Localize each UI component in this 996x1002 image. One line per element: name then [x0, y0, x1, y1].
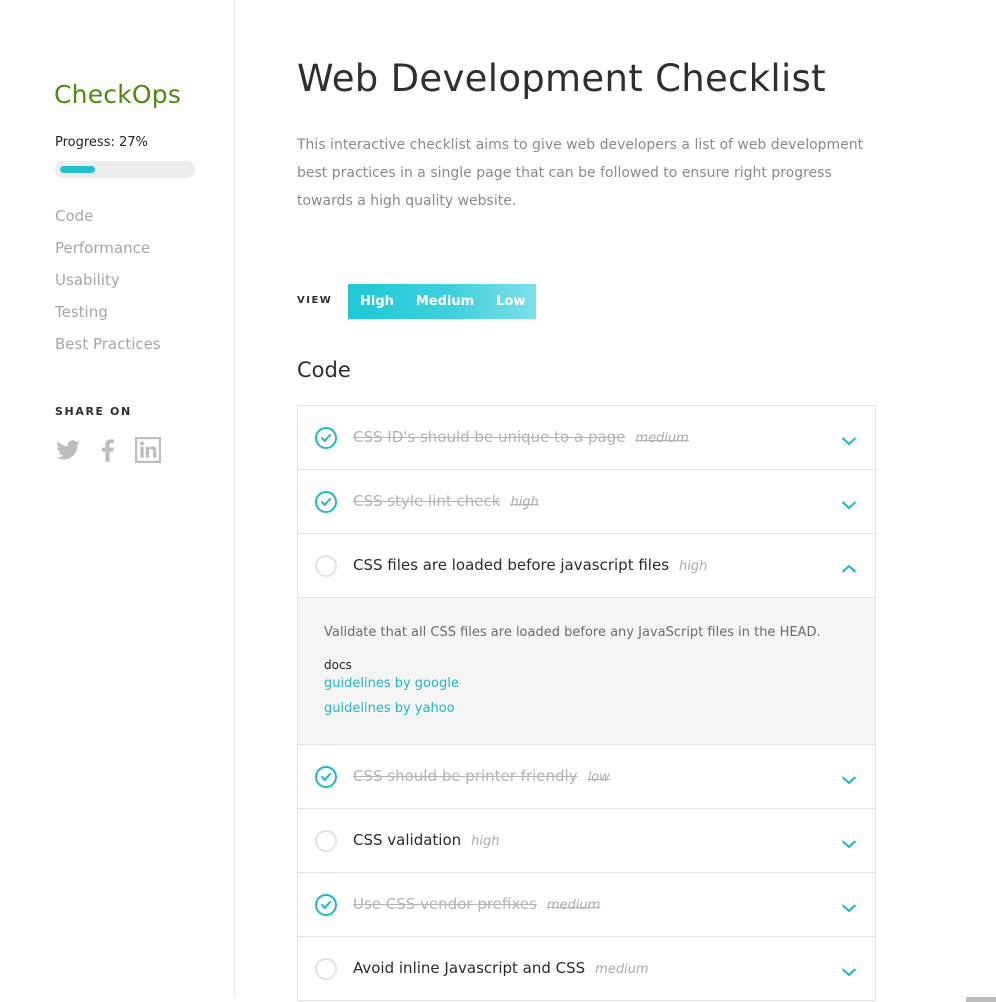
item-title-text: CSS should be printer friendly	[353, 767, 578, 785]
linkedin-icon[interactable]	[135, 437, 161, 463]
unchecked-circle-icon[interactable]	[315, 830, 337, 852]
view-filter: High Medium Low	[348, 284, 537, 319]
item-priority: medium	[635, 431, 689, 446]
view-medium-button[interactable]: Medium	[405, 284, 485, 319]
sidebar: CheckOps Progress: 27% Code Performance …	[0, 0, 235, 998]
item-title-text: CSS ID's should be unique to a page	[353, 428, 626, 446]
sidebar-nav: Code Performance Usability Testing Best …	[55, 205, 161, 365]
item-title[interactable]: CSS files are loaded before javascript f…	[353, 556, 707, 574]
share-title: SHARE ON	[55, 405, 132, 418]
checklist-item: CSS validation high	[298, 809, 875, 873]
item-priority: high	[471, 834, 500, 849]
item-title[interactable]: CSS validation high	[353, 831, 499, 849]
item-title[interactable]: CSS style lint check high	[353, 492, 539, 510]
chevron-down-icon[interactable]	[841, 496, 857, 510]
item-title[interactable]: CSS ID's should be unique to a page mediu…	[353, 428, 689, 446]
progress-bar-fill	[60, 166, 95, 173]
progress-label: Progress: 27%	[55, 135, 148, 150]
item-title-text: CSS style lint check	[353, 492, 501, 510]
sidebar-item-best-practices[interactable]: Best Practices	[55, 333, 161, 365]
intro-text: This interactive checklist aims to give …	[297, 137, 864, 209]
item-title-text: CSS validation	[353, 831, 462, 849]
page-title: Web Development Checklist	[297, 57, 826, 100]
item-title[interactable]: Avoid inline Javascript and CSS medium	[353, 959, 649, 977]
sidebar-item-code[interactable]: Code	[55, 205, 161, 237]
item-priority: medium	[546, 898, 601, 913]
unchecked-circle-icon[interactable]	[315, 958, 337, 980]
item-priority: medium	[595, 962, 649, 977]
item-detail-panel: Validate that all CSS files are loaded b…	[298, 598, 875, 745]
view-low-button[interactable]: Low	[485, 284, 536, 319]
doc-link-yahoo[interactable]: guidelines by yahoo	[324, 701, 455, 716]
section-title: Code	[297, 358, 351, 382]
view-label: VIEW	[297, 295, 333, 306]
checklist-item: Avoid inline Javascript and CSS medium	[298, 937, 875, 1001]
item-priority: high	[510, 495, 539, 510]
checklist-item: CSS files are loaded before javascript f…	[298, 534, 875, 598]
checklist: CSS ID's should be unique to a page mediu…	[297, 405, 876, 1001]
checklist-item: CSS style lint check high	[298, 470, 875, 534]
chevron-up-icon[interactable]	[841, 560, 857, 573]
item-priority: low	[587, 770, 610, 785]
chevron-down-icon[interactable]	[841, 835, 857, 849]
view-high-button[interactable]: High	[348, 284, 405, 319]
brand-logo[interactable]: CheckOps	[54, 80, 181, 109]
item-priority: high	[679, 559, 708, 574]
item-title[interactable]: Use CSS vendor prefixes medium	[353, 895, 600, 913]
progress-bar	[55, 161, 195, 178]
checked-circle-icon[interactable]	[315, 766, 337, 788]
checklist-item: CSS ID's should be unique to a page mediu…	[298, 406, 875, 470]
checked-circle-icon[interactable]	[315, 894, 337, 916]
twitter-icon[interactable]	[55, 437, 81, 463]
item-title-text: CSS files are loaded before javascript f…	[353, 556, 670, 574]
chevron-down-icon[interactable]	[841, 432, 857, 446]
chevron-down-icon[interactable]	[841, 963, 857, 977]
chevron-down-icon[interactable]	[841, 771, 857, 785]
item-title[interactable]: CSS should be printer friendly low	[353, 767, 610, 785]
scrollbar-thumb[interactable]	[966, 997, 996, 1002]
item-detail-text: Validate that all CSS files are loaded b…	[324, 625, 821, 640]
checklist-item: Use CSS vendor prefixes medium	[298, 873, 875, 937]
checklist-item: CSS should be printer friendly low	[298, 745, 875, 809]
sidebar-item-performance[interactable]: Performance	[55, 237, 161, 269]
facebook-icon[interactable]	[95, 437, 121, 463]
checked-circle-icon[interactable]	[315, 491, 337, 513]
sidebar-item-usability[interactable]: Usability	[55, 269, 161, 301]
sidebar-item-testing[interactable]: Testing	[55, 301, 161, 333]
unchecked-circle-icon[interactable]	[315, 555, 337, 577]
checked-circle-icon[interactable]	[315, 427, 337, 449]
item-title-text: Avoid inline Javascript and CSS	[353, 959, 586, 977]
docs-label: docs	[324, 658, 352, 672]
item-title-text: Use CSS vendor prefixes	[353, 895, 537, 913]
doc-link-google[interactable]: guidelines by google	[324, 676, 459, 691]
share-icons	[55, 437, 161, 463]
chevron-down-icon[interactable]	[841, 899, 857, 913]
